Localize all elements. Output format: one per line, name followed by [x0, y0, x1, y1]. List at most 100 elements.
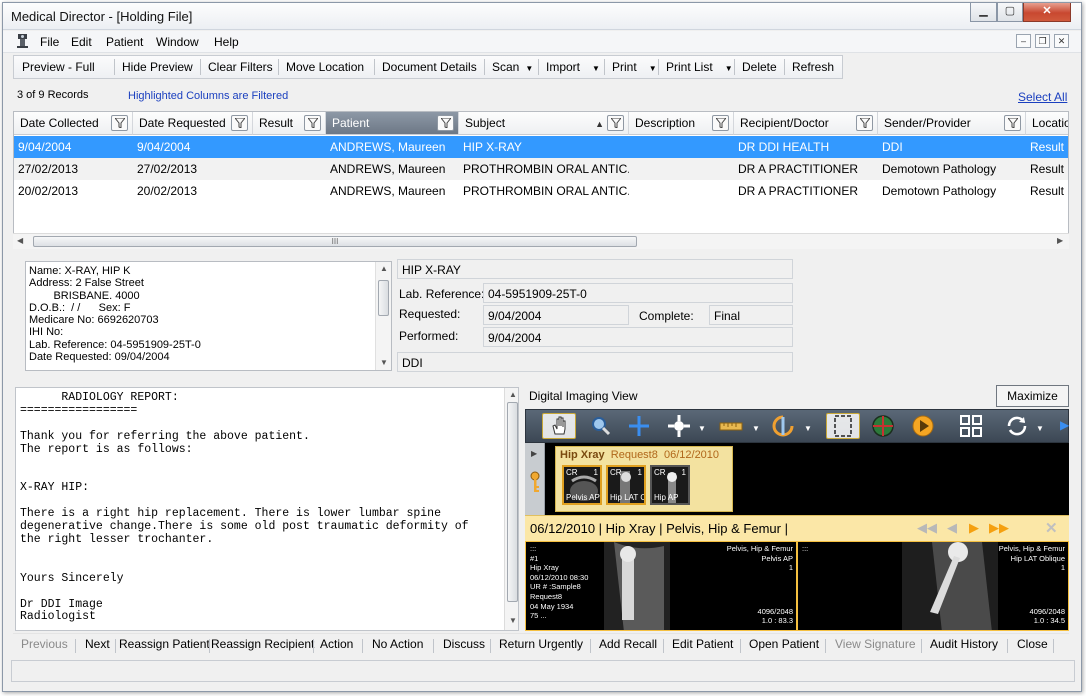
series-panel[interactable]: Hip Xray Request8 06/12/2010 CR 1 Pelvis… [555, 446, 733, 512]
rotate-icon[interactable] [770, 413, 796, 439]
close-button[interactable]: ✕ [1023, 3, 1071, 22]
expand-right-icon[interactable]: ▶ [531, 449, 537, 458]
first-image-icon[interactable]: ◀◀ [917, 520, 937, 536]
scroll-up-icon[interactable]: ▲ [509, 390, 517, 399]
view-signature-button[interactable]: View Signature [835, 637, 916, 651]
layout-grid-icon[interactable] [958, 413, 984, 439]
chevron-down-icon[interactable]: ▼ [752, 424, 760, 433]
window-level-icon[interactable] [666, 413, 692, 439]
play-icon[interactable] [910, 413, 936, 439]
chevron-down-icon[interactable]: ▼ [1036, 424, 1044, 433]
hide-preview-button[interactable]: Hide Preview [122, 56, 193, 78]
add-recall-button[interactable]: Add Recall [599, 637, 657, 651]
maximize-viewer-button[interactable]: Maximize [996, 385, 1069, 407]
column-header-description[interactable]: Description [629, 112, 734, 135]
no-action-button[interactable]: No Action [372, 637, 423, 651]
discuss-button[interactable]: Discuss [443, 637, 485, 651]
scan-button[interactable]: Scan ▼ [492, 56, 533, 78]
image-viewer[interactable]: ::: #1 Hip Xray 06/12/2010 08:30 UR # :S… [525, 541, 1069, 631]
table-row[interactable]: 20/02/2013 20/02/2013 ANDREWS, Maureen P… [14, 180, 1068, 202]
filter-funnel-icon[interactable] [304, 115, 321, 131]
report-vertical-scrollbar[interactable]: ▲ ▼ [504, 388, 518, 630]
menu-help[interactable]: Help [214, 35, 239, 49]
return-urgently-button[interactable]: Return Urgently [499, 637, 583, 651]
menu-window[interactable]: Window [156, 35, 199, 49]
chevron-down-icon[interactable]: ▼ [698, 424, 706, 433]
edit-patient-button[interactable]: Edit Patient [672, 637, 733, 651]
patient-vertical-scrollbar[interactable]: ▲ ▼ [375, 262, 391, 370]
chevron-right-icon[interactable]: ▶ [1060, 418, 1069, 432]
menu-edit[interactable]: Edit [71, 35, 92, 49]
patient-info-box[interactable]: Name: X-RAY, HIP K Address: 2 False Stre… [25, 261, 392, 371]
scroll-down-icon[interactable]: ▼ [509, 616, 517, 625]
import-button[interactable]: Import ▼ [546, 56, 600, 78]
ruler-icon[interactable] [718, 413, 744, 439]
print-list-button[interactable]: Print List ▼ [666, 56, 733, 78]
filter-funnel-icon[interactable] [1004, 115, 1021, 131]
mdi-restore-button[interactable]: ❐ [1035, 34, 1050, 48]
audit-history-button[interactable]: Audit History [930, 637, 998, 651]
app-icon[interactable] [15, 33, 31, 49]
mdi-minimize-button[interactable]: – [1016, 34, 1031, 48]
chevron-down-icon[interactable]: ▼ [804, 424, 812, 433]
column-header-subject[interactable]: Subject ▲ [459, 112, 629, 135]
table-row[interactable]: 27/02/2013 27/02/2013 ANDREWS, Maureen P… [14, 158, 1068, 180]
refresh-button[interactable]: Refresh [792, 56, 834, 78]
fit-frame-icon[interactable] [826, 413, 860, 439]
column-header-result[interactable]: Result [253, 112, 326, 135]
filter-funnel-icon[interactable] [712, 115, 729, 131]
close-form-button[interactable]: Close [1017, 637, 1048, 651]
scroll-up-icon[interactable]: ▲ [380, 264, 388, 273]
reassign-recipient-button[interactable]: Reassign Recipient [211, 637, 314, 651]
filter-funnel-icon[interactable] [231, 115, 248, 131]
last-image-icon[interactable]: ▶▶ [989, 520, 1009, 536]
preview-full-button[interactable]: Preview - Full [22, 56, 95, 78]
filter-funnel-icon[interactable] [111, 115, 128, 131]
image-pane-pelvis-ap[interactable]: ::: #1 Hip Xray 06/12/2010 08:30 UR # :S… [525, 541, 797, 631]
scrollbar-thumb[interactable] [378, 280, 389, 316]
column-header-sender-provider[interactable]: Sender/Provider [878, 112, 1026, 135]
thumbnail-pelvis-ap[interactable]: CR 1 Pelvis AP [562, 465, 602, 505]
document-details-button[interactable]: Document Details [382, 56, 477, 78]
select-all-link[interactable]: Select All [1018, 90, 1067, 104]
filter-funnel-icon[interactable] [607, 115, 624, 131]
column-header-patient[interactable]: Patient [326, 112, 459, 135]
scrollbar-thumb[interactable] [507, 402, 518, 602]
move-location-button[interactable]: Move Location [286, 56, 364, 78]
next-button[interactable]: Next [85, 637, 110, 651]
delete-button[interactable]: Delete [742, 56, 777, 78]
mdi-close-button[interactable]: ✕ [1054, 34, 1069, 48]
clear-filters-button[interactable]: Clear Filters [208, 56, 273, 78]
grid-horizontal-scrollbar[interactable]: ◀ III ▶ [13, 233, 1069, 249]
scrollbar-thumb[interactable]: III [33, 236, 637, 247]
globe-icon[interactable] [870, 413, 896, 439]
column-header-date-collected[interactable]: Date Collected [14, 112, 133, 135]
filter-funnel-icon[interactable] [856, 115, 873, 131]
column-header-date-requested[interactable]: Date Requested [133, 112, 253, 135]
image-pane-hip-lat-oblique[interactable]: ::: Pelvis, Hip & Femur Hip LAT Oblique … [797, 541, 1069, 631]
zoom-icon[interactable] [588, 413, 614, 439]
scroll-down-icon[interactable]: ▼ [380, 358, 388, 367]
column-header-recipient-doctor[interactable]: Recipient/Doctor [734, 112, 878, 135]
minimize-button[interactable]: ▁ [970, 3, 997, 22]
thumbnail-hip-ap[interactable]: CR 1 Hip AP [650, 465, 690, 505]
action-button[interactable]: Action [320, 637, 353, 651]
print-button[interactable]: Print ▼ [612, 56, 657, 78]
filter-funnel-icon[interactable] [437, 115, 454, 131]
scroll-left-icon[interactable]: ◀ [17, 236, 23, 245]
previous-button[interactable]: Previous [21, 637, 68, 651]
previous-image-icon[interactable]: ◀ [947, 520, 957, 536]
table-row[interactable]: 9/04/2004 9/04/2004 ANDREWS, Maureen HIP… [14, 136, 1068, 158]
key-icon[interactable] [529, 471, 541, 498]
pan-hand-icon[interactable] [542, 413, 576, 439]
crosshair-icon[interactable] [626, 413, 652, 439]
reassign-patient-button[interactable]: Reassign Patient [119, 637, 210, 651]
refresh-icon[interactable] [1004, 413, 1030, 439]
thumbnail-side-panel[interactable]: ▶ [525, 443, 545, 515]
menu-patient[interactable]: Patient [106, 35, 143, 49]
open-patient-button[interactable]: Open Patient [749, 637, 819, 651]
menu-file[interactable]: File [40, 35, 59, 49]
column-header-location[interactable]: Location [1026, 112, 1068, 135]
scroll-right-icon[interactable]: ▶ [1057, 236, 1063, 245]
close-viewer-icon[interactable]: ✕ [1045, 519, 1058, 537]
